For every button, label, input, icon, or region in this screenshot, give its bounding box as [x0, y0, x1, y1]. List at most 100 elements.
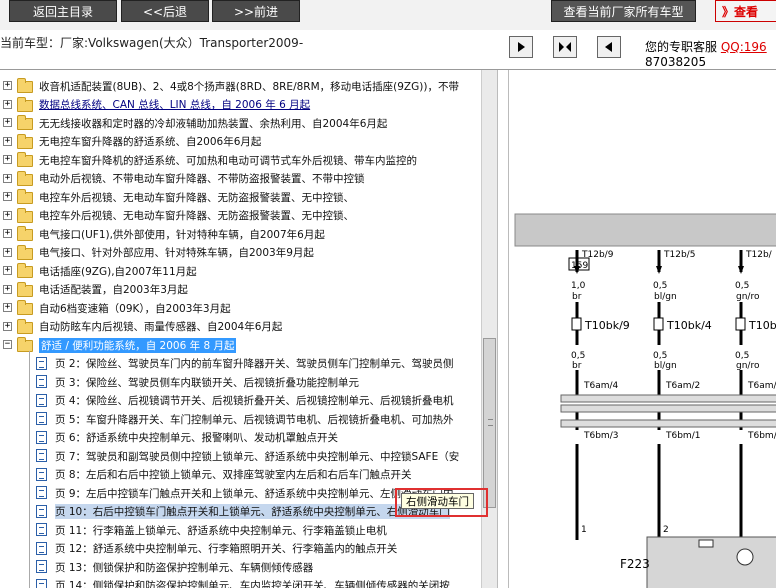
wire-size-label: 0,5	[735, 281, 749, 291]
expand-toggle-icon[interactable]: +	[3, 247, 12, 257]
plug-label: T10b	[748, 319, 776, 332]
tree-folder-label: 电气接口、针对外部应用、针对特殊车辆，自2003年9月起	[39, 247, 314, 259]
split-view-button[interactable]	[553, 36, 577, 58]
expand-toggle-icon[interactable]: +	[3, 303, 12, 312]
service-qq-link[interactable]: QQ:196	[721, 40, 767, 54]
collapse-right-button[interactable]	[597, 36, 621, 58]
folder-icon	[17, 152, 33, 167]
tree-page-label: 页 5：车窗升降器开关、车门控制单元、后视镜调节电机、后视镜折叠电机、可加热外	[55, 413, 454, 426]
pin-label: 1	[581, 525, 587, 535]
expand-toggle-icon[interactable]: +	[3, 99, 12, 109]
expand-toggle-icon[interactable]: +	[3, 81, 12, 90]
tree-folder-label: 舒适 / 便利功能系统，自 2006 年 8 月起	[39, 337, 237, 353]
tree-folder-row[interactable]: − 舒适 / 便利功能系统，自 2006 年 8 月起	[0, 336, 481, 354]
tree-page-row[interactable]: 页 3：保险丝、驾驶员侧车内联锁开关、后视镜折叠功能控制单元	[0, 373, 481, 391]
connector-mid-label: T6am/4	[583, 381, 619, 391]
wire-size-label: 0,5	[571, 351, 585, 361]
expand-toggle-icon[interactable]: +	[3, 284, 12, 294]
tree-folder-row[interactable]: + 无电控车窗升降器的舒适系统、自2006年6月起	[0, 133, 481, 151]
tree-folder-row[interactable]: + 无电控车窗升降机的舒适系统、可加热和电动可调节式车外后视镜、带车内监控的	[0, 151, 481, 169]
folder-icon	[17, 244, 33, 260]
tree-page-row[interactable]: 页 7：驾驶员和副驾驶员侧中控锁上锁单元、舒适系统中央控制单元、中控锁SAFE（…	[0, 447, 481, 465]
folder-icon	[17, 281, 33, 297]
connector-mid-label: T6am/2	[665, 381, 700, 391]
plug-icon	[653, 317, 664, 331]
tree-page-label: 页 11：行李箱盖上锁单元、舒适系统中央控制单元、行李箱盖锁止电机	[55, 524, 387, 537]
expand-toggle-icon[interactable]: +	[3, 229, 12, 238]
tree-folder-label: 无电控车窗升降机的舒适系统、可加热和电动可调节式车外后视镜、带车内监控的	[39, 154, 417, 167]
component-label: F223	[620, 557, 650, 571]
expand-toggle-icon[interactable]: +	[3, 173, 12, 183]
expand-toggle-icon[interactable]: +	[3, 210, 12, 220]
top-toolbar: 返回主目录 <<后退 >>前进 查看当前厂家所有车型 》查看	[0, 0, 776, 30]
check-button[interactable]: 》查看	[715, 0, 776, 22]
connector-low-label: T6bm/1	[665, 431, 700, 441]
split-arrows-icon	[559, 41, 571, 53]
back-to-main-button[interactable]: 返回主目录	[9, 0, 117, 22]
collapse-left-button[interactable]	[509, 36, 533, 58]
tree-folder-row[interactable]: + 电气接口、针对外部应用、针对特殊车辆，自2003年9月起	[0, 244, 481, 262]
tree-folder-row[interactable]: + 电控车外后视镜、无电动车窗升降器、无防盗报警装置、无中控锁、	[0, 188, 481, 206]
tree-folder-row[interactable]: + 无无线接收器和定时器的冷却液辅助加热装置、余热利用、自2004年6月起	[0, 114, 481, 132]
tree-folder-label: 电话适配装置，自2003年3月起	[39, 284, 188, 296]
tree-folder-row[interactable]: + 电话适配装置，自2003年3月起	[0, 281, 481, 299]
document-icon	[36, 467, 47, 481]
tooltip: 右侧滑动车门	[401, 493, 474, 509]
forward-button[interactable]: >>前进	[212, 0, 300, 22]
tree-folder-row[interactable]: + 收音机适配装置(8UB)、2、4或8个扬声器(8RD、8RE/8RM，移动电话…	[0, 77, 481, 95]
tree-folder-row[interactable]: + 电话插座(9ZG),自2007年11月起	[0, 262, 481, 280]
expand-toggle-icon[interactable]: +	[3, 155, 12, 164]
tree-page-row[interactable]: 页 12：舒适系统中央控制单元、行李箱照明开关、行李箱盖内的触点开关	[0, 540, 481, 558]
connector-rail	[560, 394, 776, 403]
folder-icon	[17, 170, 33, 186]
tree-page-row[interactable]: 页 2：保险丝、驾驶员车门内的前车窗升降器开关、驾驶员侧车门控制单元、驾驶员侧	[0, 355, 481, 373]
tree-page-label: 页 3：保险丝、驾驶员侧车内联锁开关、后视镜折叠功能控制单元	[55, 376, 360, 389]
tree-page-row[interactable]: 页 14：侧锁保护和防盗保护控制单元、车内监控关闭开关、车辆侧倾传感器的关闭按	[0, 577, 481, 588]
tree-folder-row[interactable]: + 电气接口(UF1),供外部使用，针对特种车辆，自2007年6月起	[0, 225, 481, 243]
tree-folder-row[interactable]: + 自动6档变速箱（09K），自2003年3月起	[0, 299, 481, 317]
folder-icon	[17, 189, 33, 204]
expand-toggle-icon[interactable]: +	[3, 192, 12, 201]
tree-folder-label: 电气接口(UF1),供外部使用，针对特种车辆，自2007年6月起	[39, 228, 325, 241]
wire-size-label: 1,0	[571, 281, 586, 291]
info-bar: 当前车型：厂家:Volkswagen(大众）Transporter2009- 您…	[0, 30, 776, 70]
expand-toggle-icon[interactable]: +	[3, 118, 12, 127]
tree-folder-row[interactable]: + 数据总线系统、CAN 总线、LIN 总线，自 2006 年 6 月起	[0, 96, 481, 114]
document-icon	[36, 578, 47, 588]
scrollbar-thumb[interactable]	[483, 338, 496, 508]
tree-page-row[interactable]: 页 8：左后和右后中控锁上锁单元、双排座驾驶室内左后和右后车门触点开关	[0, 466, 481, 484]
tree-folder-row[interactable]: + 电控车外后视镜、无电动车窗升降器、无防盗报警装置、无中控锁、	[0, 207, 481, 225]
motor-icon	[736, 548, 754, 566]
diagram-header-band	[514, 213, 776, 247]
connector-top-label: T12b/9	[581, 250, 614, 260]
tree-page-row[interactable]: 页 11：行李箱盖上锁单元、舒适系统中央控制单元、行李箱盖锁止电机	[0, 521, 481, 539]
folder-icon	[17, 133, 33, 149]
pane-splitter[interactable]	[497, 70, 509, 588]
view-all-models-button[interactable]: 查看当前厂家所有车型	[551, 0, 696, 22]
tree-page-row[interactable]: 页 4：保险丝、后视镜调节开关、后视镜折叠开关、后视镜控制单元、后视镜折叠电机	[0, 392, 481, 410]
expand-toggle-icon[interactable]: +	[3, 136, 12, 146]
wire-color-label: bl/gn	[654, 361, 677, 371]
tree-page-row[interactable]: 页 6：舒适系统中央控制单元、报警喇叭、发动机罩触点开关	[0, 429, 481, 447]
expand-toggle-icon[interactable]: +	[3, 321, 12, 331]
tree-page-row[interactable]: 页 13：侧锁保护和防盗保护控制单元、车辆侧倾传感器	[0, 558, 481, 576]
folder-icon	[17, 318, 33, 334]
back-button[interactable]: <<后退	[121, 0, 209, 22]
connector-low-label: T6bm/	[747, 431, 776, 441]
tree-folder-row[interactable]: + 电动外后视镜、不带电动车窗升降器、不带防盗报警装置、不带中控锁	[0, 170, 481, 188]
wire-color-label: gn/ro	[736, 292, 760, 302]
service-phone: 87038205	[645, 55, 707, 69]
tree-page-label: 页 7：驾驶员和副驾驶员侧中控锁上锁单元、舒适系统中央控制单元、中控锁SAFE（…	[55, 450, 460, 463]
document-icon	[36, 356, 47, 370]
tree-folder-label: 自动6档变速箱（09K），自2003年3月起	[39, 302, 231, 315]
expand-toggle-icon[interactable]: +	[3, 266, 12, 275]
document-icon	[36, 504, 47, 518]
expand-toggle-icon[interactable]: −	[3, 340, 12, 349]
tree-page-label: 页 8：左后和右后中控锁上锁单元、双排座驾驶室内左后和右后车门触点开关	[55, 469, 412, 481]
tree-folder-label: 无无线接收器和定时器的冷却液辅助加热装置、余热利用、自2004年6月起	[39, 117, 388, 130]
connector-top-label: T12b/5	[663, 250, 695, 260]
tree-folder-row[interactable]: + 自动防眩车内后视镜、雨量传感器、自2004年6月起	[0, 318, 481, 336]
plug-label: T10bk/9	[584, 319, 630, 332]
tree-page-row[interactable]: 页 5：车窗升降器开关、车门控制单元、后视镜调节电机、后视镜折叠电机、可加热外	[0, 410, 481, 428]
wire-size-label: 0,5	[653, 281, 667, 291]
